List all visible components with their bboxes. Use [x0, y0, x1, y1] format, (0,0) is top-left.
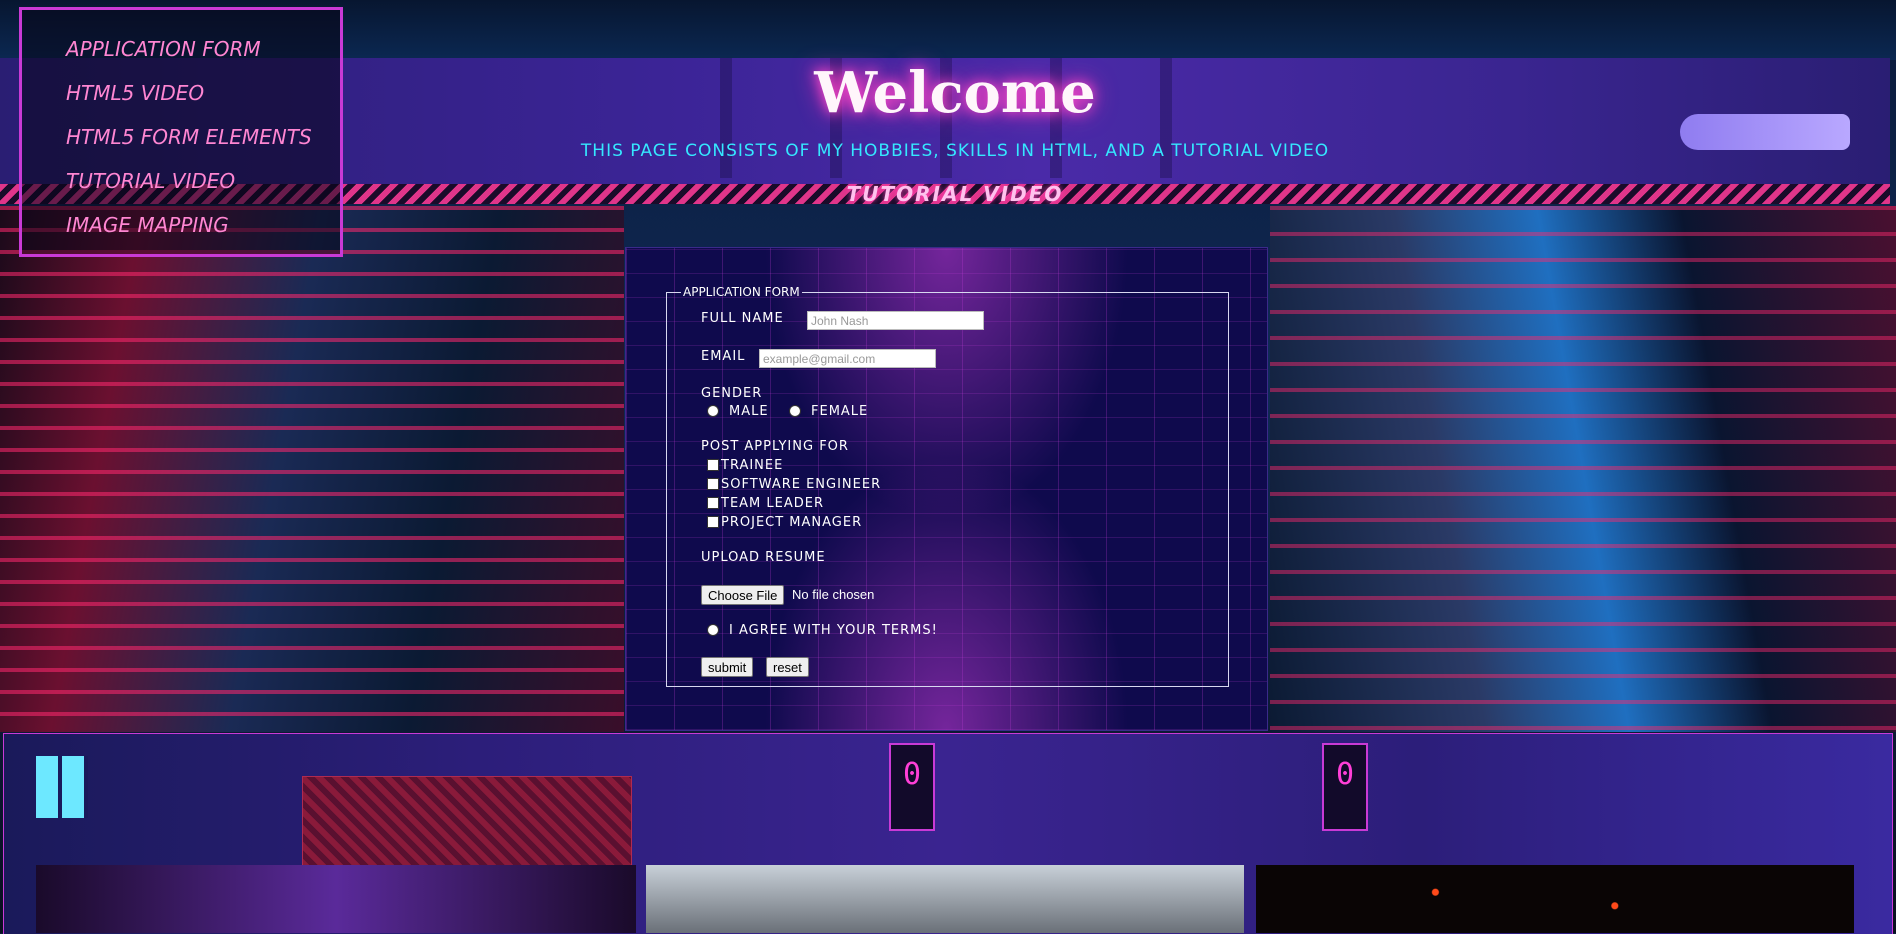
post-team-leader-checkbox[interactable]	[707, 497, 719, 509]
application-form: Application Form Full Name Email Gender …	[666, 285, 1229, 687]
pixel-brick-wall-image	[302, 776, 632, 868]
post-project-manager-checkbox[interactable]	[707, 516, 719, 528]
file-status-text: No file chosen	[792, 587, 875, 602]
post-project-manager-label: Project Manager	[721, 515, 863, 530]
gender-male-radio[interactable]	[707, 405, 719, 417]
nav-item-application-form[interactable]: Application form	[66, 37, 261, 61]
post-label: Post applying for	[701, 439, 849, 454]
video-player-3[interactable]	[1256, 865, 1854, 933]
full-name-label: Full Name	[701, 311, 784, 326]
gender-label: Gender	[701, 386, 763, 401]
pixel-sign-left: 0	[889, 743, 935, 831]
reset-button[interactable]: reset	[766, 657, 809, 677]
nav-item-html5-video[interactable]: HTML5 Video	[66, 81, 204, 105]
form-panel: Application Form Full Name Email Gender …	[625, 247, 1268, 731]
gender-female-label: Female	[811, 404, 869, 419]
post-team-leader-label: Team Leader	[721, 496, 825, 511]
video-player-2[interactable]	[646, 865, 1244, 933]
choose-file-button[interactable]: Choose File	[701, 585, 785, 605]
email-label: Email	[701, 349, 746, 364]
gender-male-label: Male	[729, 404, 769, 419]
nav-item-image-mapping[interactable]: Image mapping	[66, 213, 229, 237]
nav-item-tutorial-video[interactable]: Tutorial Video	[66, 169, 235, 193]
nav-menu: Application form HTML5 Video HTML5 Form …	[19, 7, 343, 257]
gender-female-radio[interactable]	[789, 405, 801, 417]
post-trainee-label: Trainee	[721, 458, 784, 473]
city-background-left	[0, 206, 624, 732]
video-player-1[interactable]	[36, 865, 636, 933]
city-background-right	[1270, 206, 1896, 732]
form-legend: Application Form	[683, 285, 800, 299]
resume-label: Upload Resume	[701, 550, 826, 565]
agree-label: I agree with your terms!	[729, 623, 938, 638]
post-software-engineer-checkbox[interactable]	[707, 478, 719, 490]
pixel-sign-right: 0	[1322, 743, 1368, 831]
agree-radio[interactable]	[707, 624, 719, 636]
email-input[interactable]	[759, 349, 936, 368]
full-name-input[interactable]	[807, 311, 984, 330]
pixel-window-image	[36, 756, 88, 818]
submit-button[interactable]: submit	[701, 657, 754, 677]
post-trainee-checkbox[interactable]	[707, 459, 719, 471]
nav-item-html5-form-elements[interactable]: HTML5 Form Elements	[66, 125, 312, 149]
post-software-engineer-label: Software Engineer	[721, 477, 882, 492]
